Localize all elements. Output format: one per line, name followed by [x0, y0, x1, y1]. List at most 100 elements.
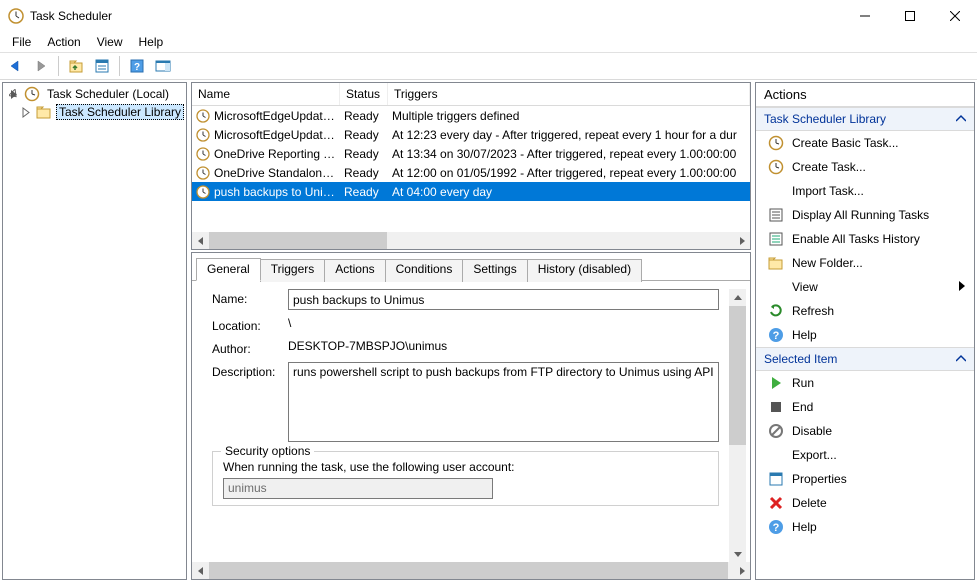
- close-button[interactable]: [932, 2, 977, 30]
- scroll-down-icon[interactable]: [729, 545, 746, 562]
- pane-button[interactable]: [152, 55, 174, 77]
- disable-icon: [768, 423, 784, 439]
- svg-text:?: ?: [134, 62, 140, 73]
- list-icon: [768, 207, 784, 223]
- clock-icon: [196, 185, 210, 199]
- task-row[interactable]: push backups to UnimusReadyAt 04:00 ever…: [192, 182, 750, 201]
- window-title: Task Scheduler: [30, 9, 112, 23]
- folder-icon: [768, 255, 784, 271]
- action-refresh[interactable]: Refresh: [756, 299, 974, 323]
- task-name: push backups to Unimus: [214, 185, 340, 199]
- action-export[interactable]: Export...: [756, 443, 974, 467]
- collapse-icon[interactable]: [21, 107, 32, 118]
- collapse-icon[interactable]: [956, 114, 966, 124]
- action-delete[interactable]: Delete: [756, 491, 974, 515]
- expand-icon[interactable]: [9, 89, 20, 100]
- task-row[interactable]: MicrosoftEdgeUpdateT...ReadyMultiple tri…: [192, 106, 750, 125]
- action-help-2[interactable]: ? Help: [756, 515, 974, 539]
- clock-icon: [768, 159, 784, 175]
- action-properties[interactable]: Properties: [756, 467, 974, 491]
- svg-text:?: ?: [773, 330, 780, 342]
- action-create-basic-task[interactable]: Create Basic Task...: [756, 131, 974, 155]
- help-icon: ?: [768, 327, 784, 343]
- actions-section-library[interactable]: Task Scheduler Library: [756, 107, 974, 131]
- scroll-up-icon[interactable]: [729, 289, 746, 306]
- maximize-button[interactable]: [887, 2, 932, 30]
- action-import-task[interactable]: Import Task...: [756, 179, 974, 203]
- input-description[interactable]: [288, 362, 719, 442]
- tab-conditions[interactable]: Conditions: [385, 259, 464, 282]
- history-icon: [768, 231, 784, 247]
- tab-actions[interactable]: Actions: [324, 259, 385, 282]
- clock-icon: [196, 147, 210, 161]
- task-row[interactable]: OneDrive Standalone U...ReadyAt 12:00 on…: [192, 163, 750, 182]
- action-view[interactable]: View: [756, 275, 974, 299]
- action-create-task[interactable]: Create Task...: [756, 155, 974, 179]
- col-triggers-header[interactable]: Triggers: [388, 83, 750, 105]
- refresh-icon: [768, 303, 784, 319]
- properties-button[interactable]: [91, 55, 113, 77]
- actions-pane: Actions Task Scheduler Library Create Ba…: [755, 82, 975, 580]
- details-tab-row: General Triggers Actions Conditions Sett…: [192, 253, 750, 281]
- details-horizontal-scrollbar[interactable]: [192, 562, 750, 579]
- scroll-right-icon[interactable]: [733, 232, 750, 249]
- menu-view[interactable]: View: [89, 33, 131, 51]
- tab-history[interactable]: History (disabled): [527, 259, 642, 282]
- tab-general[interactable]: General: [196, 258, 261, 281]
- action-end[interactable]: End: [756, 395, 974, 419]
- menu-help[interactable]: Help: [131, 33, 172, 51]
- action-run[interactable]: Run: [756, 371, 974, 395]
- task-list: Name Status Triggers MicrosoftEdgeUpdate…: [191, 82, 751, 250]
- tree-root[interactable]: Task Scheduler (Local): [7, 85, 186, 103]
- task-status: Ready: [340, 166, 388, 180]
- scroll-left-icon[interactable]: [192, 232, 209, 249]
- list-header: Name Status Triggers: [192, 83, 750, 106]
- play-icon: [768, 375, 784, 391]
- forward-button[interactable]: [30, 55, 52, 77]
- back-button[interactable]: [4, 55, 26, 77]
- scroll-left-icon[interactable]: [192, 562, 209, 579]
- properties-icon: [768, 471, 784, 487]
- tree-library[interactable]: Task Scheduler Library: [7, 103, 186, 121]
- actions-section-selected[interactable]: Selected Item: [756, 347, 974, 371]
- navigation-tree: Task Scheduler (Local) Task Scheduler Li…: [2, 82, 187, 580]
- action-enable-history[interactable]: Enable All Tasks History: [756, 227, 974, 251]
- action-help[interactable]: ? Help: [756, 323, 974, 347]
- col-status-header[interactable]: Status: [340, 83, 388, 105]
- up-button[interactable]: [65, 55, 87, 77]
- task-status: Ready: [340, 109, 388, 123]
- action-disable[interactable]: Disable: [756, 419, 974, 443]
- col-name-header[interactable]: Name: [192, 83, 340, 105]
- action-new-folder[interactable]: New Folder...: [756, 251, 974, 275]
- run-as-label: When running the task, use the following…: [223, 460, 708, 474]
- app-icon: [8, 8, 24, 24]
- label-name: Name:: [212, 289, 288, 310]
- action-display-running[interactable]: Display All Running Tasks: [756, 203, 974, 227]
- stop-icon: [768, 399, 784, 415]
- title-bar: Task Scheduler: [0, 0, 977, 31]
- task-row[interactable]: MicrosoftEdgeUpdateT...ReadyAt 12:23 eve…: [192, 125, 750, 144]
- task-trigger: At 12:00 on 01/05/1992 - After triggered…: [388, 166, 750, 180]
- security-options-legend: Security options: [221, 444, 314, 458]
- tab-settings[interactable]: Settings: [462, 259, 527, 282]
- collapse-icon[interactable]: [956, 354, 966, 364]
- input-name[interactable]: [288, 289, 719, 310]
- scroll-right-icon[interactable]: [733, 562, 750, 579]
- menu-file[interactable]: File: [4, 33, 39, 51]
- task-status: Ready: [340, 128, 388, 142]
- label-location: Location:: [212, 316, 288, 333]
- task-trigger: At 13:34 on 30/07/2023 - After triggered…: [388, 147, 750, 161]
- menu-action[interactable]: Action: [39, 33, 88, 51]
- help-icon: ?: [768, 519, 784, 535]
- svg-text:?: ?: [773, 522, 780, 534]
- task-row[interactable]: OneDrive Reporting Tas...ReadyAt 13:34 o…: [192, 144, 750, 163]
- task-name: MicrosoftEdgeUpdateT...: [214, 109, 340, 123]
- list-horizontal-scrollbar[interactable]: [192, 232, 750, 249]
- tab-triggers[interactable]: Triggers: [260, 259, 326, 282]
- task-name: OneDrive Reporting Tas...: [214, 147, 340, 161]
- menu-bar: File Action View Help: [0, 31, 977, 52]
- clock-icon: [768, 135, 784, 151]
- minimize-button[interactable]: [842, 2, 887, 30]
- details-vertical-scrollbar[interactable]: [729, 289, 746, 562]
- help-toolbar-button[interactable]: ?: [126, 55, 148, 77]
